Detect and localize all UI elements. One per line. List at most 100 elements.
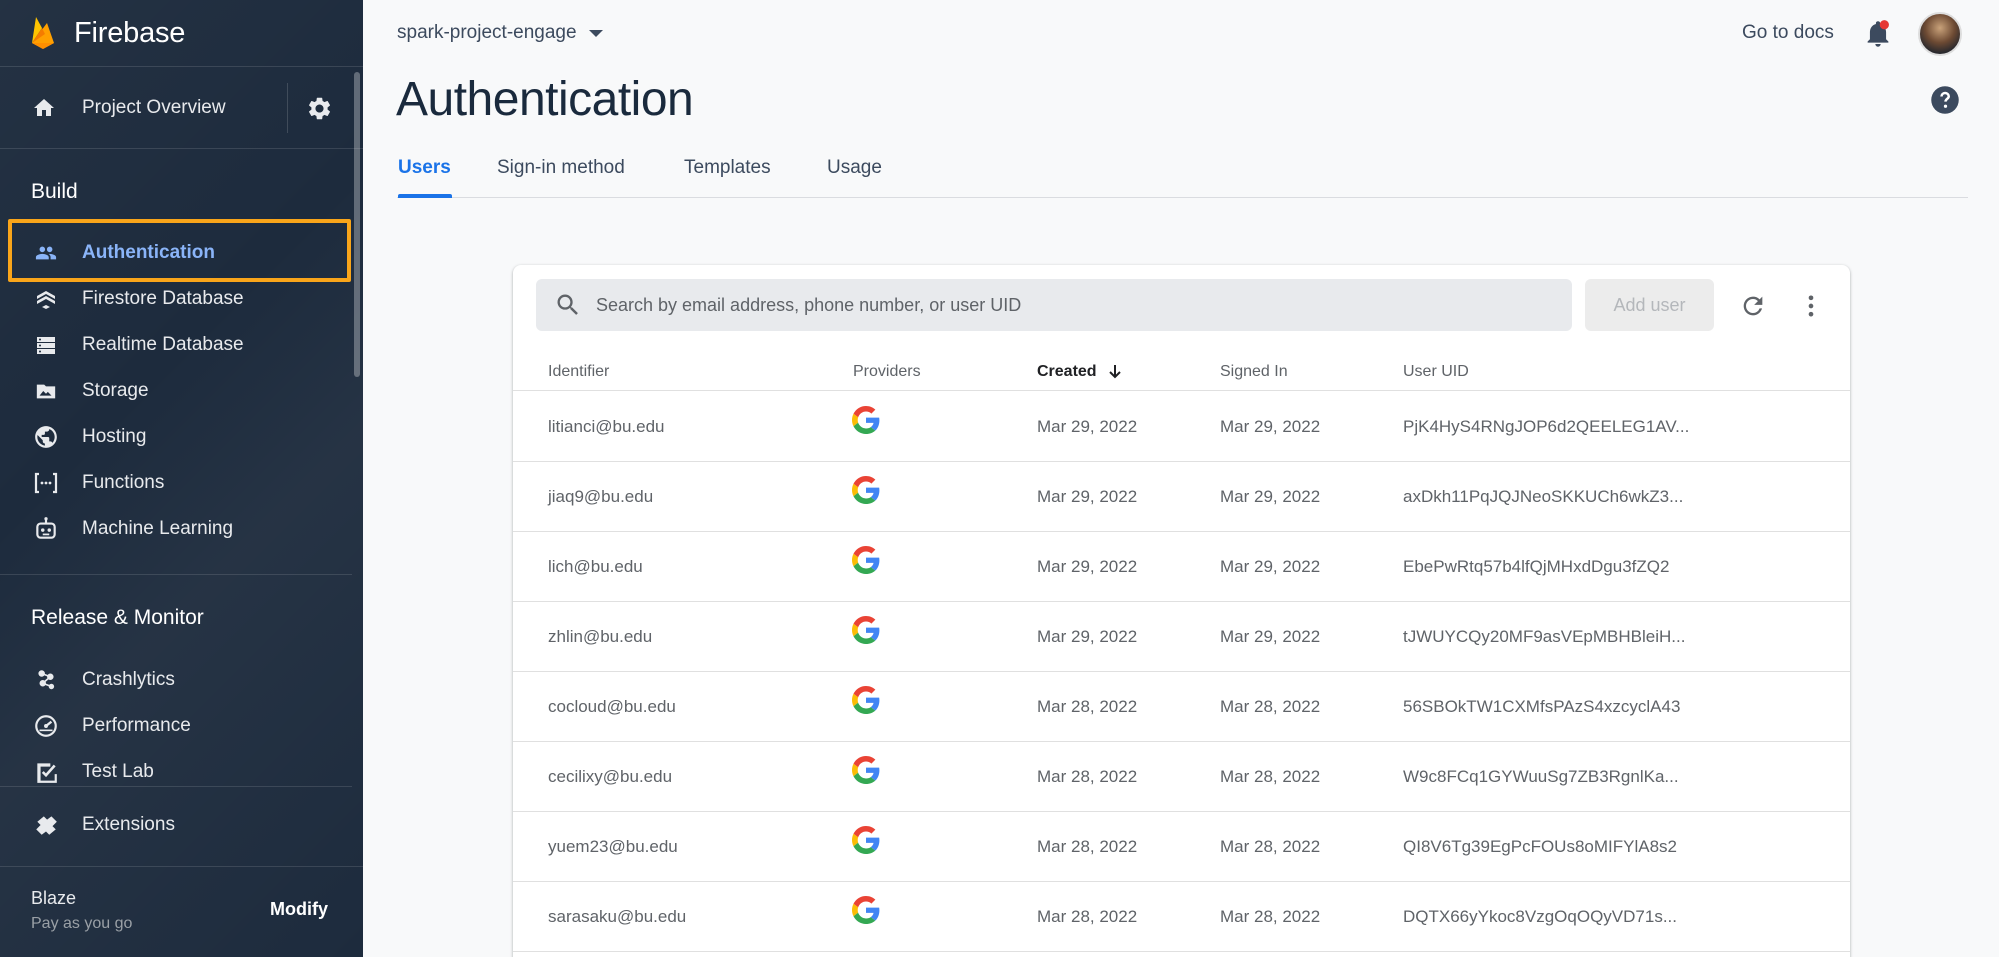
user-signed-in: Mar 29, 2022 xyxy=(1220,557,1321,576)
user-identifier: sarasaku@bu.edu xyxy=(548,907,687,926)
user-created: Mar 29, 2022 xyxy=(1037,627,1138,646)
table-row[interactable]: sarasaku@bu.edu Mar 28, 2022 Mar 28, 2022 D… xyxy=(513,882,1850,952)
speedometer-icon xyxy=(31,713,61,739)
release-section-title: Release & Monitor xyxy=(31,606,204,629)
notification-bell-icon[interactable] xyxy=(1864,19,1892,49)
user-identifier: zhlin@bu.edu xyxy=(548,627,653,646)
user-identifier: litianci@bu.edu xyxy=(548,417,665,436)
user-uid: tJWUYCQy20MF9asVEpMBHBleiH... xyxy=(1403,627,1686,646)
user-signed-in: Mar 28, 2022 xyxy=(1220,837,1321,856)
project-name: spark-project-engage xyxy=(397,22,577,43)
table-row[interactable]: cocloud@bu.edu Mar 28, 2022 Mar 28, 2022 56… xyxy=(513,672,1850,742)
column-providers: Providers xyxy=(853,363,921,380)
sidebar-scrollbar[interactable] xyxy=(354,72,360,377)
column-signed-in[interactable]: Signed In xyxy=(1220,363,1288,381)
extensions-icon xyxy=(31,812,61,838)
table-row[interactable]: lich@bu.edu Mar 29, 2022 Mar 29, 2022 EbePw… xyxy=(513,532,1850,602)
user-uid: DQTX66yYkoc8VzgOqOQyVD71s... xyxy=(1403,907,1677,926)
home-icon xyxy=(31,96,61,120)
firebase-logo-icon xyxy=(32,17,54,49)
user-uid: axDkh11PqJQJNeoSKKUCh6wkZ3... xyxy=(1403,487,1684,506)
search-icon xyxy=(557,294,578,315)
table-row[interactable]: zhlin@bu.edu Mar 29, 2022 Mar 29, 2022 tJWU… xyxy=(513,602,1850,672)
user-identifier: lich@bu.edu xyxy=(548,557,643,576)
user-identifier: cocloud@bu.edu xyxy=(548,697,676,716)
gear-icon[interactable] xyxy=(306,95,333,122)
project-selector[interactable]: spark-project-engage xyxy=(397,22,603,44)
refresh-icon[interactable] xyxy=(1739,292,1767,320)
table-row[interactable]: cecilixy@bu.edu Mar 28, 2022 Mar 28, 2022 W… xyxy=(513,742,1850,812)
table-row[interactable]: litianci@bu.edu Mar 29, 2022 Mar 29, 2022 P… xyxy=(513,392,1850,462)
tab-usage[interactable]: Usage xyxy=(827,157,882,179)
sidebar-item-functions[interactable]: Functions xyxy=(0,461,352,505)
sidebar-item-authentication[interactable]: Authentication xyxy=(0,231,352,275)
user-created: Mar 28, 2022 xyxy=(1037,907,1138,926)
sort-descending-icon xyxy=(1108,365,1121,379)
google-icon xyxy=(852,686,880,714)
google-icon xyxy=(852,756,880,784)
column-user-uid: User UID xyxy=(1403,363,1469,380)
project-overview-item[interactable]: Project Overview xyxy=(0,67,363,149)
column-created-label: Created xyxy=(1037,363,1097,380)
table-row[interactable]: yuem23@bu.edu Mar 28, 2022 Mar 28, 2022 QI8… xyxy=(513,812,1850,882)
brand-name: Firebase xyxy=(74,16,186,49)
sidebar-item-label: Crashlytics xyxy=(82,669,175,690)
google-icon xyxy=(852,826,880,854)
search-input[interactable]: Search by email address, phone number, o… xyxy=(596,295,1021,316)
user-identifier: cecilixy@bu.edu xyxy=(548,767,673,786)
google-icon xyxy=(852,546,880,574)
google-icon xyxy=(852,476,880,504)
billing-plan: Blaze Pay as you go Modify xyxy=(0,866,363,957)
google-icon xyxy=(852,896,880,924)
sidebar-item-label: Test Lab xyxy=(82,761,154,782)
tab-templates[interactable]: Templates xyxy=(684,157,771,179)
page-title: Authentication xyxy=(396,73,694,126)
sidebar-item-machine-learning[interactable]: Machine Learning xyxy=(0,507,352,551)
sidebar-item-label: Functions xyxy=(82,472,165,493)
modify-plan-button[interactable]: Modify xyxy=(270,899,328,920)
user-signed-in: Mar 29, 2022 xyxy=(1220,417,1321,436)
sidebar-item-storage[interactable]: Storage xyxy=(0,369,352,413)
sidebar-item-test-lab[interactable]: Test Lab xyxy=(0,750,352,794)
user-uid: 56SBOkTW1CXMfsPAzS4xzcyclA43 xyxy=(1403,697,1681,716)
robot-icon xyxy=(31,516,61,542)
table-row[interactable]: jiaq9@bu.edu Mar 29, 2022 Mar 29, 2022 axDk… xyxy=(513,462,1850,532)
tab-sign-in-method[interactable]: Sign-in method xyxy=(497,157,625,179)
user-created: Mar 28, 2022 xyxy=(1037,697,1138,716)
column-identifier[interactable]: Identifier xyxy=(548,363,609,381)
sidebar-item-hosting[interactable]: Hosting xyxy=(0,415,352,459)
user-signed-in: Mar 28, 2022 xyxy=(1220,907,1321,926)
sidebar-item-label: Machine Learning xyxy=(82,518,234,539)
more-vert-icon[interactable] xyxy=(1797,292,1825,320)
go-to-docs-link[interactable]: Go to docs xyxy=(1742,22,1834,44)
user-signed-in: Mar 28, 2022 xyxy=(1220,697,1321,716)
project-overview-label: Project Overview xyxy=(82,96,226,118)
help-icon[interactable] xyxy=(1930,85,1960,115)
user-created: Mar 29, 2022 xyxy=(1037,417,1138,436)
user-created: Mar 29, 2022 xyxy=(1037,557,1138,576)
build-section-title: Build xyxy=(31,180,78,203)
user-avatar[interactable] xyxy=(1918,12,1962,56)
sidebar-item-crashlytics[interactable]: Crashlytics xyxy=(0,658,352,702)
add-user-button[interactable]: Add user xyxy=(1585,279,1714,331)
sidebar-item-performance[interactable]: Performance xyxy=(0,704,352,748)
sidebar-item-label: Extensions xyxy=(82,814,175,835)
tab-bar: Users Sign-in method Templates Usage xyxy=(397,152,1968,198)
plan-name: Blaze xyxy=(31,888,77,908)
crashlytics-icon xyxy=(31,667,61,693)
sidebar: Firebase Project Overview Build Authenti… xyxy=(0,0,363,957)
user-uid: QI8V6Tg39EgPcFOUs8oMIFYlA8s2 xyxy=(1403,837,1678,856)
search-bar[interactable]: Search by email address, phone number, o… xyxy=(536,279,1572,331)
user-signed-in: Mar 29, 2022 xyxy=(1220,627,1321,646)
user-identifier: jiaq9@bu.edu xyxy=(548,487,654,506)
database-icon xyxy=(31,333,61,357)
user-created: Mar 29, 2022 xyxy=(1037,487,1138,506)
sidebar-item-extensions[interactable]: Extensions xyxy=(0,803,352,847)
sidebar-divider xyxy=(0,786,352,787)
column-created[interactable]: Created xyxy=(1037,363,1123,381)
sidebar-item-realtime-database[interactable]: Realtime Database xyxy=(0,323,352,367)
sidebar-item-firestore[interactable]: Firestore Database xyxy=(0,277,352,321)
tab-users[interactable]: Users xyxy=(398,157,451,179)
sidebar-item-label: Authentication xyxy=(82,242,215,263)
brand-header[interactable]: Firebase xyxy=(0,0,363,67)
